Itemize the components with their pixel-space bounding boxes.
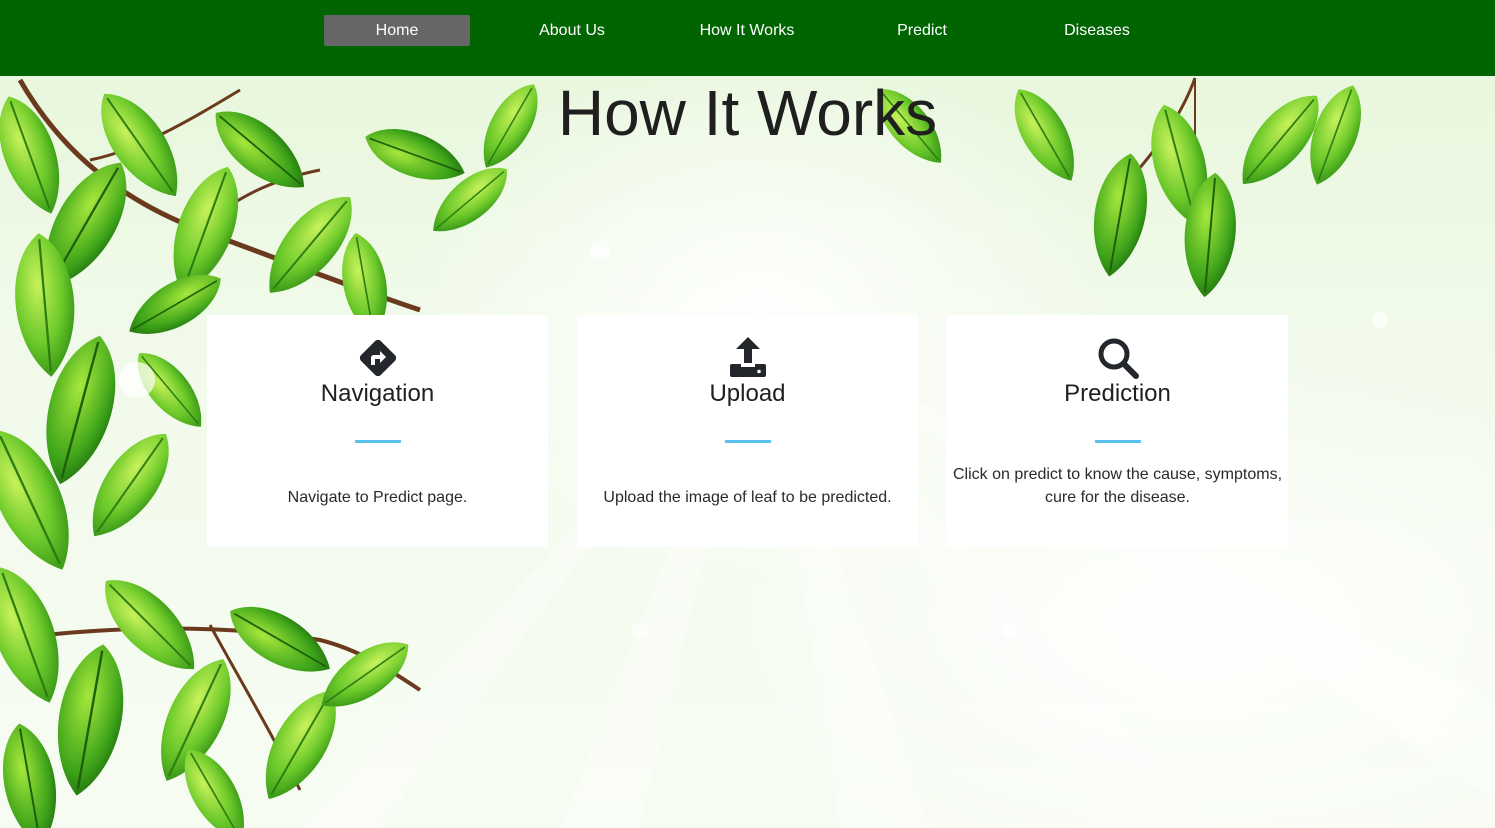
page-title: How It Works bbox=[557, 77, 938, 149]
upload-card-divider bbox=[725, 440, 771, 443]
prediction-card: Prediction Click on predict to know the … bbox=[947, 315, 1288, 547]
upload-card-title: Upload bbox=[709, 380, 786, 407]
navigation-card-divider bbox=[355, 440, 401, 443]
navigation-card-title: Navigation bbox=[320, 380, 435, 407]
nav-diseases-link[interactable]: Diseases bbox=[1024, 15, 1170, 46]
upload-icon bbox=[577, 336, 918, 380]
upload-card-text: Upload the image of leaf to be predicted… bbox=[577, 486, 918, 509]
prediction-card-divider bbox=[1095, 440, 1141, 443]
prediction-card-text: Click on predict to know the cause, symp… bbox=[947, 463, 1288, 509]
nav-about-link[interactable]: About Us bbox=[499, 15, 645, 46]
prediction-card-text-line-1: Click on predict to know the cause, symp… bbox=[952, 466, 1283, 483]
navigation-card: Navigation Navigate to Predict page. bbox=[207, 315, 548, 547]
directions-sign-icon bbox=[207, 336, 548, 380]
nav-home-link[interactable]: Home bbox=[324, 15, 470, 46]
prediction-card-title: Prediction bbox=[1064, 380, 1171, 407]
nav-how-it-works-link[interactable]: How It Works bbox=[674, 15, 820, 46]
nav-predict-link[interactable]: Predict bbox=[849, 15, 995, 46]
navigation-card-text-line: Navigate to Predict page. bbox=[287, 489, 468, 506]
prediction-card-text-line-2: cure for the disease. bbox=[1045, 489, 1190, 506]
top-navbar: Home About Us How It Works Predict Disea… bbox=[0, 0, 1495, 76]
upload-card-text-line: Upload the image of leaf to be predicted… bbox=[603, 489, 892, 506]
navigation-card-text: Navigate to Predict page. bbox=[207, 486, 548, 509]
upload-card: Upload Upload the image of leaf to be pr… bbox=[577, 315, 918, 547]
search-icon bbox=[947, 336, 1288, 380]
